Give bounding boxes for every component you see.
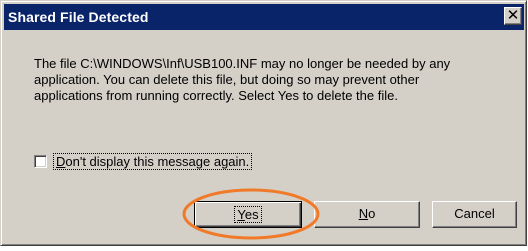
yes-button[interactable]: Yes xyxy=(194,201,302,228)
cancel-button[interactable]: Cancel xyxy=(432,201,517,228)
no-button[interactable]: No xyxy=(314,201,420,228)
title-bar[interactable]: Shared File Detected ✕ xyxy=(4,4,524,30)
cancel-button-label: Cancel xyxy=(454,206,495,221)
dont-show-again-label[interactable]: Don't display this message again. xyxy=(53,153,253,170)
message-text: The file C:\WINDOWS\Inf\USB100.INF may n… xyxy=(34,56,504,104)
dont-show-again-checkbox[interactable] xyxy=(34,155,47,168)
message-line: The file C:\WINDOWS\Inf\USB100.INF may n… xyxy=(34,56,451,71)
shared-file-dialog: Shared File Detected ✕ The file C:\WINDO… xyxy=(0,0,527,246)
message-line: application. You can delete this file, b… xyxy=(34,72,420,87)
no-button-label: No xyxy=(358,206,376,221)
close-icon: ✕ xyxy=(506,6,520,24)
dialog-title: Shared File Detected xyxy=(8,9,149,25)
close-button[interactable]: ✕ xyxy=(504,6,522,25)
yes-button-label: Yes xyxy=(234,206,262,223)
message-line: applications from running correctly. Sel… xyxy=(34,88,398,103)
